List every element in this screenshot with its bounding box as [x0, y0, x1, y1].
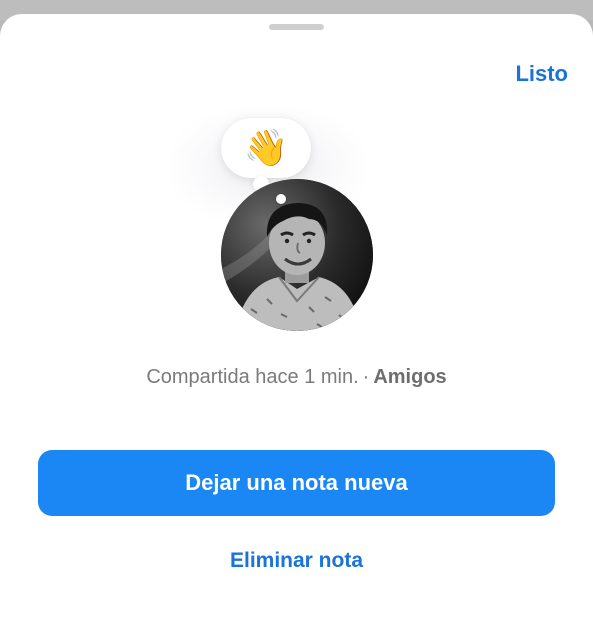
- note-bubble[interactable]: 👋: [221, 118, 311, 178]
- audience-label: Amigos: [373, 366, 447, 388]
- note-bubble-dot: [276, 194, 286, 204]
- sheet-grabber-handle[interactable]: [269, 24, 324, 30]
- leave-new-note-button[interactable]: Dejar una nota nueva: [38, 450, 555, 516]
- waving-hand-icon: 👋: [243, 127, 289, 168]
- separator-dot: ·: [362, 366, 370, 388]
- shared-time-text: Compartida hace 1 min.: [146, 366, 359, 388]
- delete-note-button[interactable]: Eliminar nota: [0, 549, 593, 573]
- done-button[interactable]: Listo: [515, 61, 568, 87]
- shared-status: Compartida hace 1 min. · Amigos: [0, 366, 593, 389]
- note-sheet: Listo 👋 Compartida hace 1 min. · Amigos …: [0, 14, 593, 620]
- avatar: [221, 179, 373, 331]
